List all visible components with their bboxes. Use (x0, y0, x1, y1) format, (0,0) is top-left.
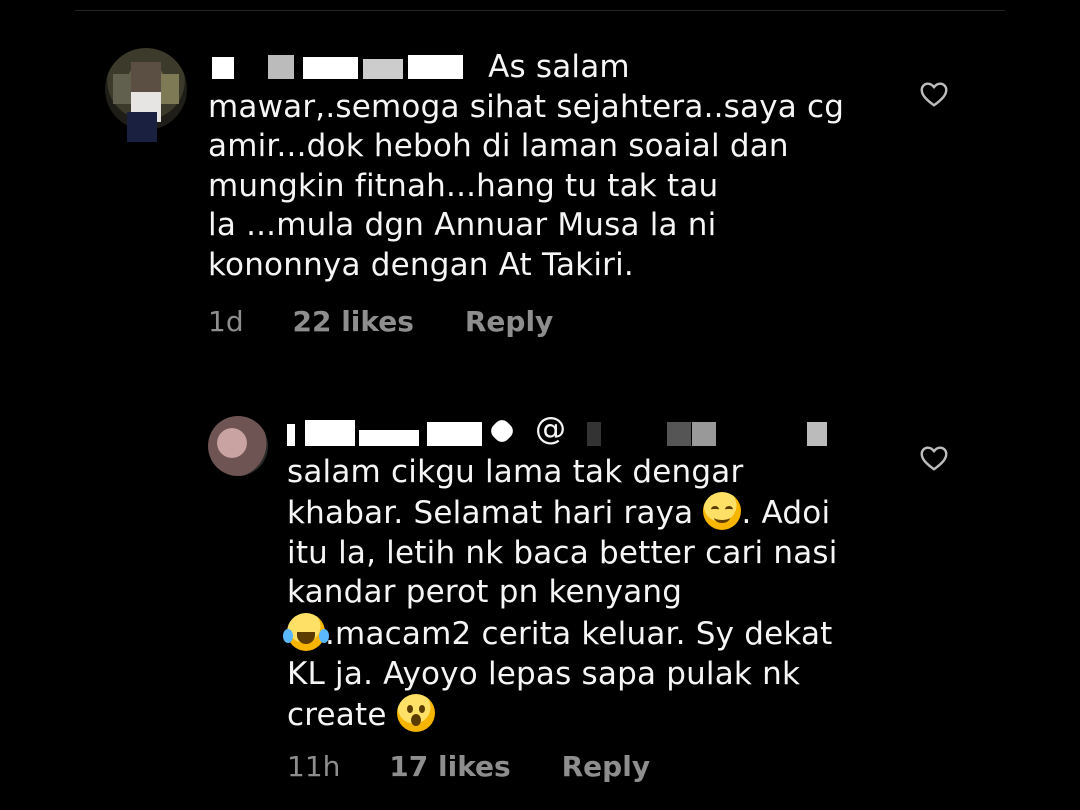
comment-text: As salam mawar,.semoga sihat sejahtera..… (208, 49, 845, 283)
comment-time: 1d (208, 305, 244, 338)
comment-meta: 11h 17 likes Reply (287, 750, 650, 783)
avatar-blur (127, 112, 157, 142)
reply-button[interactable]: Reply (465, 305, 553, 338)
username-redacted[interactable]: @ (287, 411, 827, 447)
smiling-face-emoji (703, 492, 742, 531)
heart-outline-icon[interactable] (918, 78, 950, 110)
heart-outline-icon[interactable] (918, 442, 950, 474)
comment-meta: 1d 22 likes Reply (208, 305, 553, 338)
top-divider (75, 10, 1005, 11)
comment-text: @ salam cikgu lama tak dengar khabar. Se… (283, 411, 838, 734)
username-redacted[interactable] (208, 53, 478, 79)
reply-button[interactable]: Reply (562, 750, 650, 783)
tears-of-joy-emoji (283, 612, 329, 651)
likes-count[interactable]: 22 likes (293, 305, 414, 338)
surprised-face-emoji (396, 694, 435, 733)
likes-count[interactable]: 17 likes (389, 750, 510, 783)
avatar[interactable] (208, 416, 268, 476)
comment-time: 11h (287, 750, 341, 783)
mention[interactable]: @ (535, 410, 566, 450)
verified-badge-icon (487, 416, 517, 446)
